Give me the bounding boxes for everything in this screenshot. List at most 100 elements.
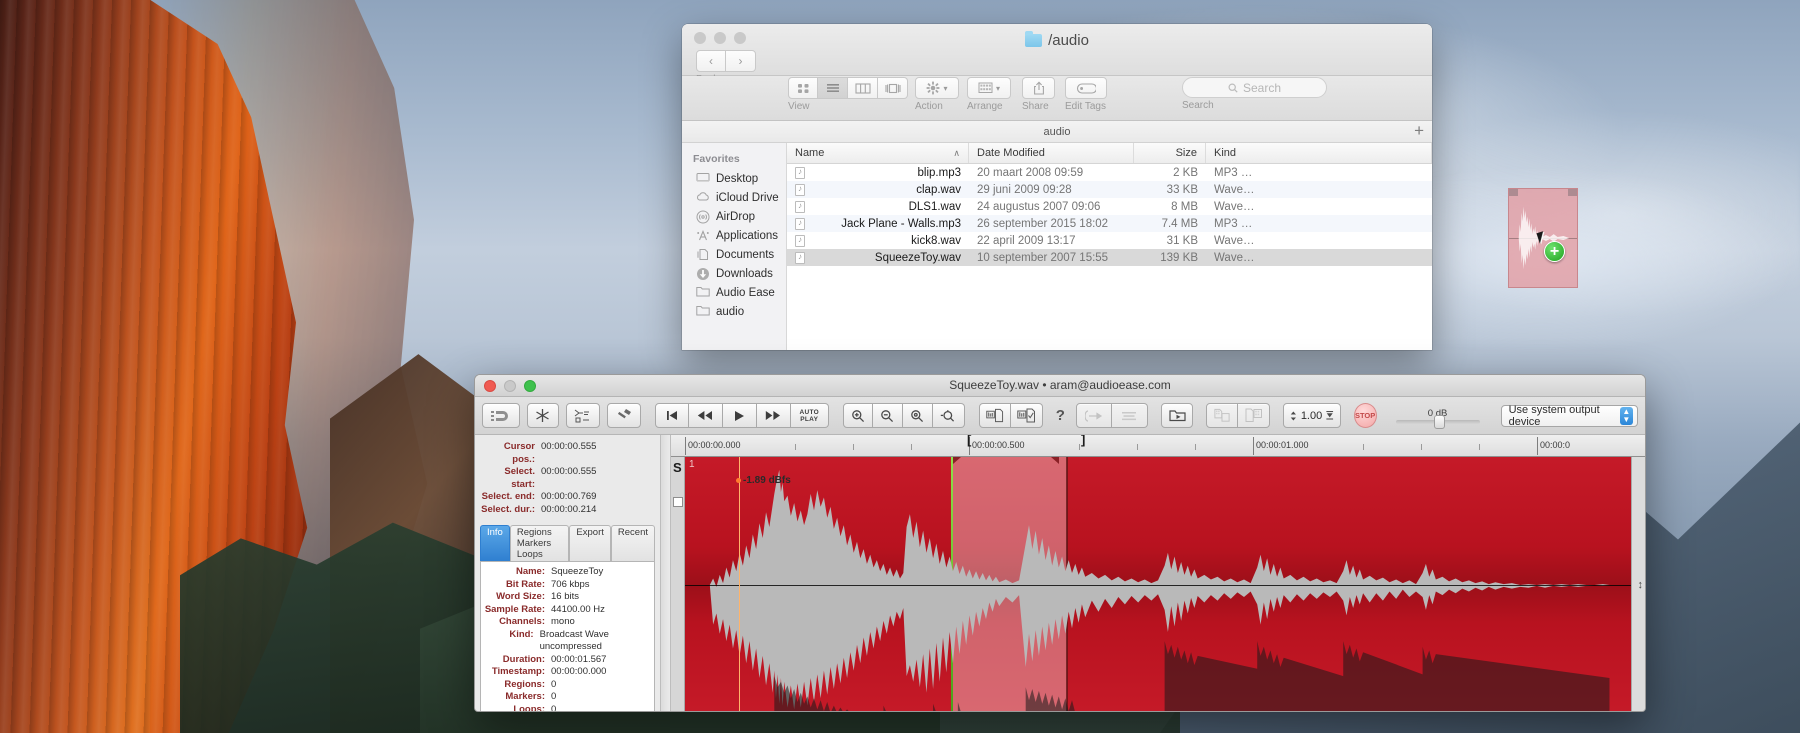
split-left-icon[interactable] [1206,403,1239,428]
add-tab-button[interactable]: + [1414,122,1424,139]
editor-toolbar[interactable]: AUTO PLAY ? 1.00 STOP 0 dB Use system ou… [475,397,1645,435]
search-input[interactable]: Search [1182,77,1327,98]
table-row[interactable]: SqueezeToy.wav 10 september 2007 15:55 139… [787,249,1432,266]
sidebar-item-audio-ease[interactable]: Audio Ease [682,283,786,302]
playback-rate-control[interactable]: 1.00 [1283,403,1341,428]
share-group[interactable]: Share [1022,77,1055,112]
zoom-in-icon[interactable] [842,403,873,428]
open-folder-icon[interactable] [1160,403,1194,428]
output-device-select[interactable]: Use system output device ▲ ▼ [1500,404,1639,428]
rewind-button[interactable] [688,403,723,428]
channel-gutter-right[interactable]: ↕ [1631,457,1645,711]
view-segmented[interactable] [788,77,908,99]
arrange-group[interactable]: ▾ Arrange [967,77,1011,112]
icon-view-icon[interactable] [788,77,818,99]
solo-badge[interactable]: S [673,460,682,475]
file-list-header[interactable]: Name ∧ Date Modified Size Kind [787,143,1432,164]
sidebar-item-icloud-drive[interactable]: iCloud Drive [682,188,786,207]
finder-sidebar[interactable]: Favorites Desktop iCloud Drive AirDrop Appl… [682,143,787,350]
table-row[interactable]: Jack Plane - Walls.mp3 26 september 2015 … [787,215,1432,232]
info-pane[interactable]: Cursor pos.: 00:00:00.555 Select. start: 00… [475,435,661,711]
tab-regions[interactable]: Regions Markers Loops [509,525,570,561]
output-level-slider[interactable]: 0 dB [1395,408,1480,429]
stop-button[interactable]: STOP [1353,403,1377,428]
tools-hammer-icon[interactable] [606,403,641,428]
sidebar-item-downloads[interactable]: Downloads [682,264,786,283]
file-name-cell[interactable]: Jack Plane - Walls.mp3 [787,215,969,232]
sidebar-item-audio[interactable]: audio [682,302,786,321]
file-name-cell[interactable]: blip.mp3 [787,164,969,181]
view-group[interactable]: View [788,77,908,112]
arrange-button[interactable]: ▾ [967,77,1011,99]
info-tabs[interactable]: Info Regions Markers Loops Export Recent [480,525,655,561]
info-scrollbar[interactable] [661,435,671,711]
fast-forward-button[interactable] [756,403,791,428]
tab-info[interactable]: Info [480,525,510,561]
editor-titlebar[interactable]: SqueezeToy.wav • aram@audioease.com [475,375,1645,397]
doc-group[interactable] [978,403,1043,428]
zoom-out-icon[interactable] [872,403,903,428]
file-name-cell[interactable]: clap.wav [787,181,969,198]
play-button[interactable] [722,403,757,428]
file-name-cell[interactable]: kick8.wav [787,232,969,249]
sidebar-item-applications[interactable]: Applications [682,226,786,245]
mute-checkbox[interactable] [673,497,683,507]
column-header-kind[interactable]: Kind [1206,143,1432,163]
waveform-pane[interactable]: 00:00:00.000 00:00:00.500 00:00:01.000 0… [671,435,1645,711]
forward-button[interactable]: › [726,50,756,72]
zoom-selection-icon[interactable] [902,403,933,428]
vertical-resize-grip[interactable]: ↕ [1638,579,1644,591]
edit-tags-button[interactable] [1065,77,1107,99]
tab-recent[interactable]: Recent [610,525,655,561]
go-to-start-button[interactable] [654,403,689,428]
finder-titlebar[interactable]: /audio ‹ › Back [682,24,1432,85]
auto-play-button[interactable]: AUTO PLAY [790,403,829,428]
db-knob[interactable] [1433,414,1445,429]
table-row[interactable]: DLS1.wav 24 augustus 2007 09:06 8 MB Wave… [787,198,1432,215]
column-header-size[interactable]: Size [1134,143,1206,163]
zoom-fit-icon[interactable] [932,403,965,428]
finder-window[interactable]: /audio ‹ › Back [682,24,1432,350]
column-header-name[interactable]: Name ∧ [787,143,969,163]
table-row[interactable]: clap.wav 29 juni 2009 09:28 33 KB Wave… [787,181,1432,198]
back-button[interactable]: ‹ [696,50,726,72]
table-row[interactable]: blip.mp3 20 maart 2008 09:59 2 KB MP3 … [787,164,1432,181]
file-name-cell[interactable]: DLS1.wav [787,198,969,215]
coverflow-view-icon[interactable] [878,77,908,99]
sidebar-item-documents[interactable]: Documents [682,245,786,264]
search-group[interactable]: Search Search [1182,77,1327,111]
crossfade-icon[interactable] [565,403,600,428]
waveform-canvas[interactable]: 1 -1.89 dBfs [685,457,1631,711]
tab-export[interactable]: Export [569,525,611,561]
transport-group[interactable]: AUTO PLAY [654,403,829,428]
page-group[interactable] [1206,403,1271,428]
split-right-icon[interactable] [1238,403,1271,428]
action-group[interactable]: ▾ Action [915,77,959,112]
nav-segmented[interactable]: ‹ › [696,50,756,72]
selection-start-handle[interactable]: [ [967,435,971,446]
db-track[interactable] [1395,414,1480,429]
file-name-cell[interactable]: SqueezeToy.wav [787,249,969,266]
share-button[interactable] [1022,77,1055,99]
column-header-date[interactable]: Date Modified [969,143,1134,163]
save-selection-icon[interactable] [1010,403,1043,428]
selection-end-handle[interactable]: ] [1081,435,1085,446]
freeze-snowflake-icon[interactable] [526,403,559,428]
file-list[interactable]: Name ∧ Date Modified Size Kind blip.mp3 2… [787,143,1432,350]
finder-toolbar[interactable]: View ▾ Action ▾ Arrange Share Edit Tags … [682,76,1432,121]
column-view-icon[interactable] [848,77,878,99]
new-from-selection-icon[interactable] [978,403,1011,428]
snap-magnet-icon[interactable] [482,403,520,428]
help-button[interactable]: ? [1056,407,1065,424]
timeline-ruler[interactable]: 00:00:00.000 00:00:00.500 00:00:01.000 0… [671,435,1645,457]
sidebar-item-desktop[interactable]: Desktop [682,169,786,188]
action-button[interactable]: ▾ [915,77,959,99]
sidebar-item-airdrop[interactable]: AirDrop [682,207,786,226]
selection-tool-icon[interactable] [1075,403,1112,428]
audio-editor-window[interactable]: SqueezeToy.wav • aram@audioease.com AUTO… [474,374,1646,712]
list-tool-icon[interactable] [1111,403,1148,428]
selection-tool-group[interactable] [1075,403,1148,428]
playhead-cursor[interactable] [739,457,740,711]
zoom-group[interactable] [842,403,965,428]
edit-tags-group[interactable]: Edit Tags [1065,77,1107,112]
